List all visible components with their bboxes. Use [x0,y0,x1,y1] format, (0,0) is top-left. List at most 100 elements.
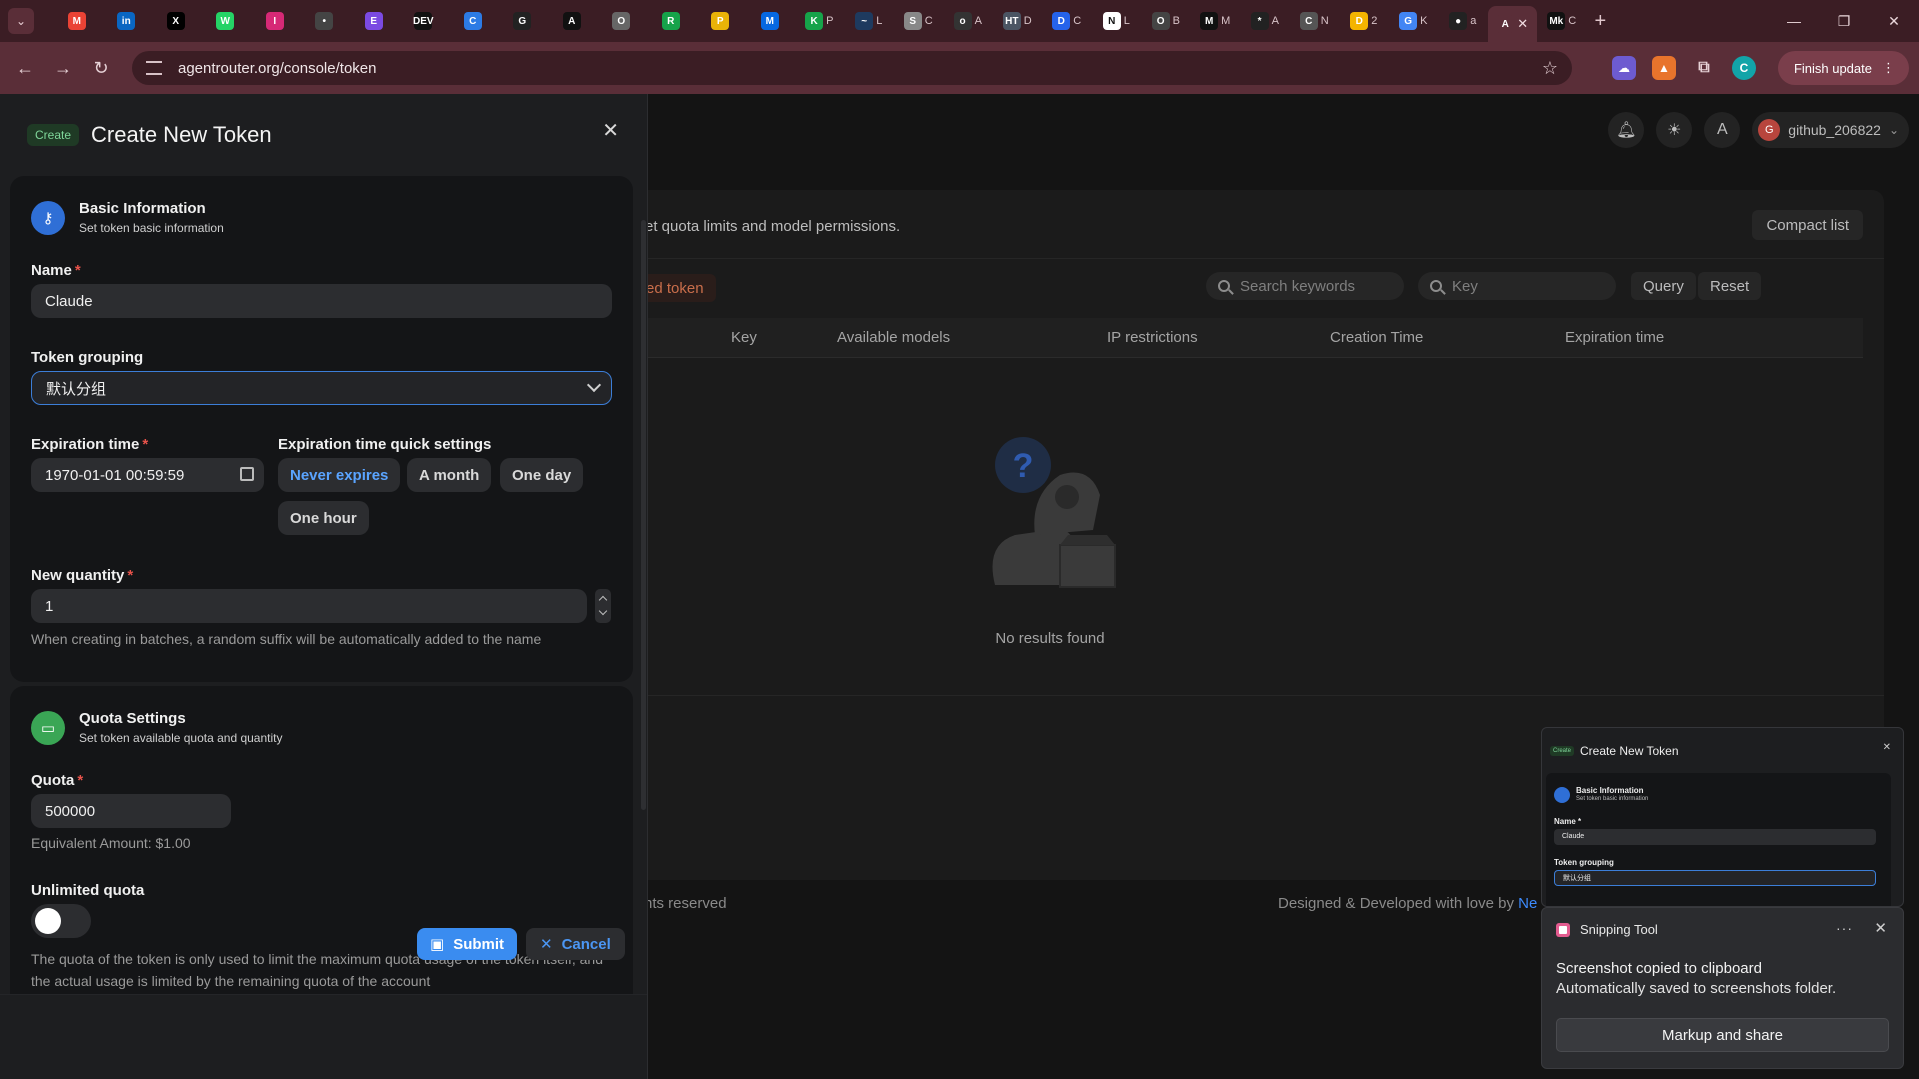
quota-input[interactable]: 500000 [31,794,231,828]
calendar-icon[interactable] [240,467,254,481]
cancel-button[interactable]: ✕ Cancel [526,928,625,960]
required-mark: * [77,772,84,789]
browser-tab[interactable]: P [696,0,746,42]
profile-avatar[interactable]: C [1732,56,1756,80]
chevron-down-icon [586,377,602,393]
theme-sun-icon[interactable]: ☀ [1656,112,1693,148]
notification-app-name: Snipping Tool [1580,922,1658,937]
url-text[interactable]: agentrouter.org/console/token [178,60,376,77]
browser-tab[interactable]: NL [1092,0,1142,42]
browser-tab[interactable]: * A [1240,0,1290,42]
address-bar[interactable]: agentrouter.org/console/token ☆ [132,51,1572,85]
browser-tab[interactable]: I [250,0,300,42]
reset-button[interactable]: Reset [1698,272,1762,300]
browser-tab[interactable]: CN [1290,0,1340,42]
notification-line-1: Screenshot copied to clipboard [1556,960,1762,977]
instagram-icon: I [265,12,284,30]
token-grouping-select[interactable]: 默认分组 [31,371,612,405]
browser-tab[interactable]: G [498,0,548,42]
thumbnail-header: Create Create New Token [1550,744,1679,758]
close-tab-icon[interactable]: ✕ [1517,16,1528,32]
column-ip-restrictions[interactable]: IP restrictions [1107,329,1198,346]
browser-tab[interactable]: M [52,0,102,42]
browser-tab[interactable]: W [201,0,251,42]
browser-tab[interactable]: X [151,0,201,42]
bell-icon[interactable]: 🔔︎ [1608,112,1645,148]
expiration-time-input[interactable]: 1970-01-01 00:59:59 [31,458,264,492]
browser-tab[interactable]: M [745,0,795,42]
more-options-icon[interactable]: ··· [1836,920,1853,936]
query-button[interactable]: Query [1631,272,1696,300]
browser-tab[interactable]: E [349,0,399,42]
site-settings-icon[interactable] [146,61,162,75]
thumbnail-grouping-label: Token grouping [1554,858,1614,867]
browser-tab[interactable]: DC [1042,0,1092,42]
quota-label: Quota * [31,772,83,789]
browser-tab[interactable]: SC [894,0,944,42]
quantity-stepper[interactable] [595,589,611,623]
unlimited-quota-toggle[interactable] [31,904,91,938]
name-label-text: Name [31,262,72,279]
finish-update-button[interactable]: Finish update ⋮ [1777,51,1909,85]
puzzle-extensions-icon[interactable]: ⧉ [1692,56,1716,80]
name-input[interactable]: Claude [31,284,612,318]
column-key[interactable]: Key [731,329,757,346]
browser-tab[interactable]: Mk C [1537,0,1587,42]
translate-icon[interactable]: A [1704,112,1741,148]
never-expires-button[interactable]: Never expires [278,458,401,492]
submit-button[interactable]: ▣ Submit [417,928,518,960]
browser-tab[interactable]: D2 [1339,0,1389,42]
back-button[interactable]: ← [6,58,44,79]
minimize-button[interactable]: — [1769,0,1819,42]
browser-tab[interactable]: DEV [399,0,449,42]
close-icon[interactable]: ✕ [602,118,619,143]
browser-tab[interactable]: A ✕ [1487,6,1537,42]
thumbnail-name-label: Name * [1554,817,1582,826]
browser-tab[interactable]: HT D [993,0,1043,42]
browser-tab[interactable]: GK [1389,0,1439,42]
browser-tab[interactable]: R [646,0,696,42]
disabled-token-button[interactable]: ed token [640,274,716,302]
basic-information-section: ⚷ Basic Information Set token basic info… [10,176,633,682]
markup-and-share-button[interactable]: Markup and share [1556,1018,1889,1052]
browser-tab[interactable]: A [547,0,597,42]
browser-tab[interactable]: in [102,0,152,42]
new-tab-button[interactable]: + [1595,10,1607,33]
reload-button[interactable]: ↻ [82,58,120,79]
close-window-button[interactable]: ✕ [1869,0,1919,42]
browser-tab[interactable]: MM [1191,0,1241,42]
compact-list-button[interactable]: Compact list [1752,210,1863,240]
browser-tab[interactable]: O [597,0,647,42]
search-keywords-input[interactable]: Search keywords [1206,272,1404,300]
browser-tab[interactable]: C [448,0,498,42]
close-icon[interactable]: ✕ [1874,919,1887,937]
browser-tab[interactable]: • [300,0,350,42]
browser-tab[interactable]: ● a [1438,0,1488,42]
column-available-models[interactable]: Available models [837,329,950,346]
user-menu[interactable]: G github_206822 ⌄ [1752,112,1909,148]
one-day-button[interactable]: One day [500,458,584,492]
screenshot-thumbnail[interactable]: Create Create New Token ✕ Basic Informat… [1541,727,1904,907]
cam-icon: S [903,12,922,30]
browser-tab[interactable]: oA [943,0,993,42]
cloud-extension-icon[interactable]: ☁ [1612,56,1636,80]
footer-credit-link[interactable]: Ne [1518,895,1537,912]
key-search-input[interactable]: Key [1418,272,1616,300]
browser-tab[interactable]: KP [795,0,845,42]
fox-extension-icon[interactable]: ▲ [1652,56,1676,80]
column-expiration-time[interactable]: Expiration time [1565,329,1664,346]
username: github_206822 [1788,122,1881,138]
restore-button[interactable]: ❐ [1819,0,1869,42]
new-quantity-input[interactable]: 1 [31,589,587,623]
bookmark-star-icon[interactable]: ☆ [1542,58,1558,79]
browser-tab[interactable]: ~ L [844,0,894,42]
sheet-scrollbar[interactable] [641,220,646,810]
a-month-button[interactable]: A month [407,458,492,492]
tab-title: C [1568,15,1577,27]
browser-tab[interactable]: OB [1141,0,1191,42]
tab-search-menu-button[interactable]: ⌄ [8,8,34,34]
forward-button[interactable]: → [44,58,82,79]
browser-tab-bar: ⌄ Min X W I • E DEV C G A O R P M K P ~ L S Co A HT D D C N L O B M M *… [0,0,1919,42]
column-creation-time[interactable]: Creation Time [1330,329,1423,346]
one-hour-button[interactable]: One hour [278,501,369,535]
